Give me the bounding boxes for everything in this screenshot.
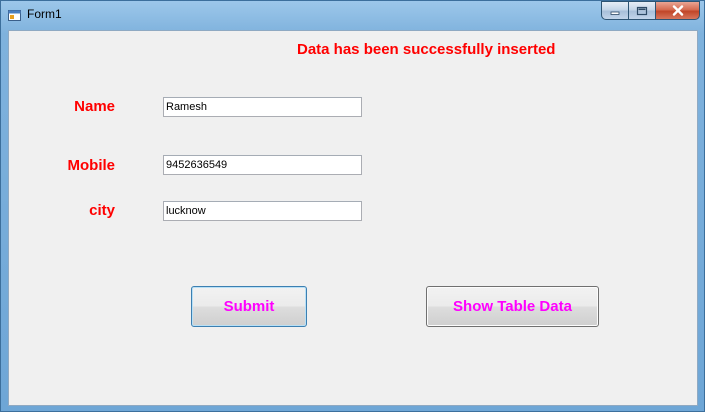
- status-message: Data has been successfully inserted: [297, 41, 556, 58]
- name-input[interactable]: [163, 97, 362, 117]
- caption-buttons: [601, 1, 700, 21]
- submit-button[interactable]: Submit: [191, 286, 307, 327]
- city-label: city: [89, 202, 115, 219]
- minimize-icon: [610, 11, 620, 15]
- show-table-data-button[interactable]: Show Table Data: [426, 286, 599, 327]
- name-label: Name: [74, 98, 115, 115]
- city-input[interactable]: [163, 201, 362, 221]
- app-window: Form1 Data has been successfully inserte…: [0, 0, 705, 412]
- maximize-icon: [636, 6, 648, 15]
- close-button[interactable]: [655, 1, 700, 20]
- maximize-button[interactable]: [628, 1, 655, 20]
- form-client-area: Data has been successfully inserted Name…: [8, 30, 698, 406]
- minimize-button[interactable]: [601, 1, 628, 20]
- mobile-input[interactable]: [163, 155, 362, 175]
- close-icon: [672, 5, 683, 16]
- mobile-label: Mobile: [67, 157, 116, 174]
- title-bar[interactable]: Form1: [1, 1, 704, 29]
- window-title: Form1: [27, 7, 62, 21]
- form-app-icon[interactable]: [8, 8, 21, 21]
